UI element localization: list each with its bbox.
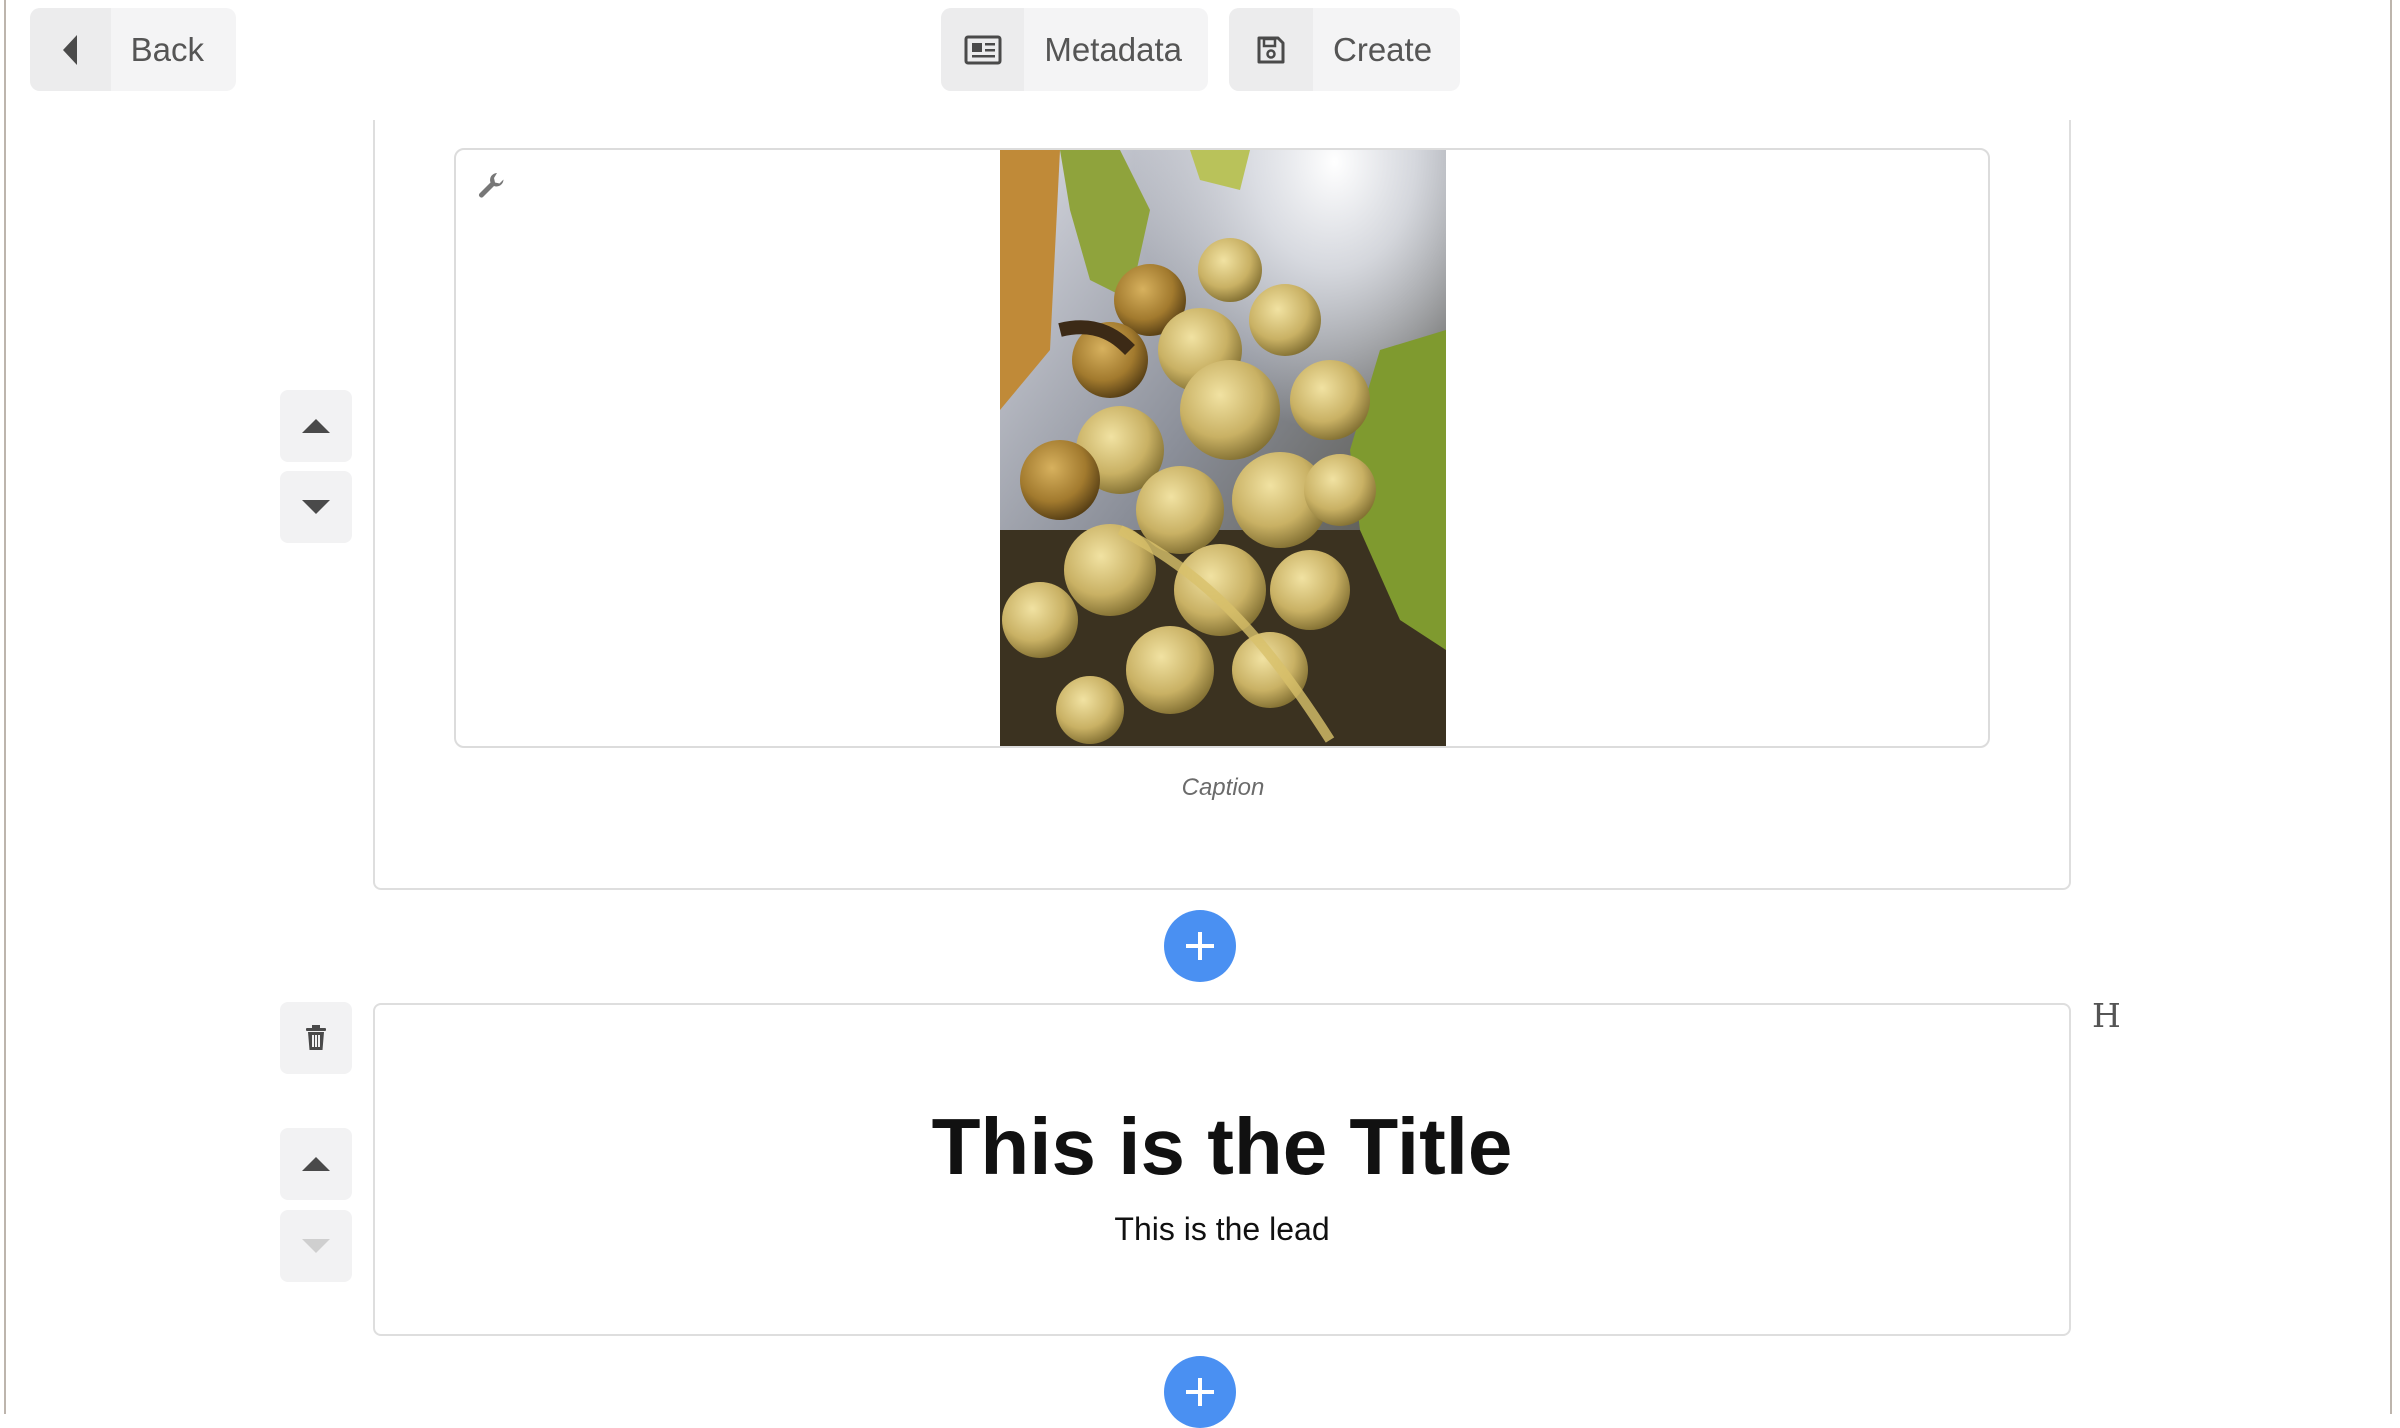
lead-text[interactable]: This is the lead [375, 1211, 2069, 1248]
caret-up-icon [302, 1157, 330, 1171]
metadata-button[interactable]: Metadata [941, 8, 1208, 91]
block-type-indicator: H [2092, 996, 2121, 1035]
metadata-label: Metadata [1044, 30, 1182, 68]
title-block[interactable]: This is the Title This is the lead [373, 1003, 2071, 1336]
add-block-button-bottom[interactable] [1164, 1356, 1236, 1428]
plus-icon [1186, 932, 1214, 960]
newspaper-icon [941, 8, 1025, 91]
save-icon [1229, 8, 1313, 91]
delete-block-button[interactable] [280, 1002, 352, 1074]
add-block-button[interactable] [1164, 910, 1236, 982]
caret-down-icon [302, 500, 330, 514]
move-up-button[interactable] [280, 390, 352, 462]
title-text[interactable]: This is the Title [375, 1101, 2069, 1193]
wrench-icon[interactable] [476, 170, 506, 205]
title-move-down-button[interactable] [280, 1210, 352, 1282]
move-down-button[interactable] [280, 471, 352, 543]
create-button[interactable]: Create [1229, 8, 1460, 91]
back-label: Back [130, 30, 204, 68]
image-caption[interactable]: Caption [1000, 774, 1446, 802]
grapes-photo [1000, 150, 1446, 746]
create-label: Create [1333, 30, 1433, 68]
trash-icon [306, 1025, 326, 1050]
title-move-up-button[interactable] [280, 1128, 352, 1200]
back-button[interactable]: Back [30, 8, 236, 91]
caret-up-icon [302, 419, 330, 433]
plus-icon [1186, 1378, 1214, 1406]
caret-down-icon [302, 1239, 330, 1253]
chevron-left-icon [30, 8, 111, 91]
